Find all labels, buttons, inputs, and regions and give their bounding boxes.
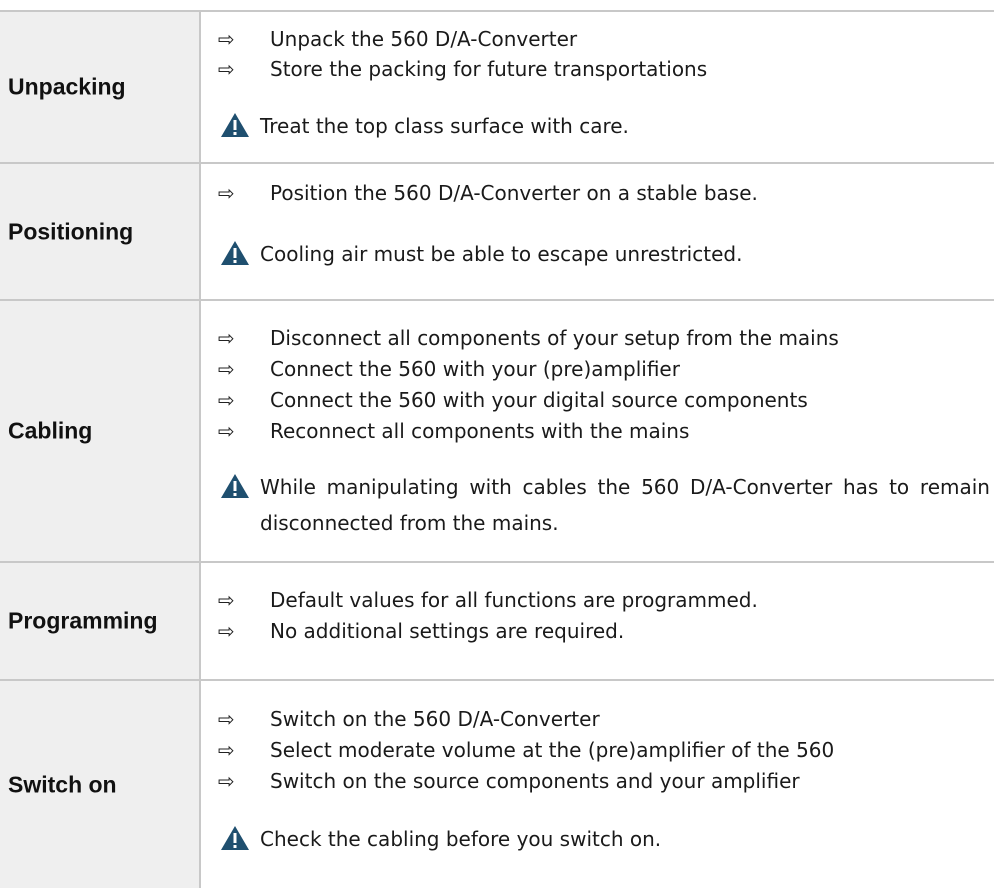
warning-triangle-icon	[221, 113, 249, 137]
list-item-text: Unpack the 560 D/A-Converter	[270, 27, 578, 51]
arrow-right-icon: ⇨	[218, 707, 235, 731]
list-item-text: Select moderate volume at the (pre)ampli…	[270, 738, 835, 762]
section-label: Positioning	[8, 218, 134, 244]
section-label: Cabling	[8, 417, 93, 444]
list-item-text: Connect the 560 with your (pre)amplifier	[270, 357, 680, 381]
list-item: ⇨ Connect the 560 with your digital sourc…	[218, 385, 808, 415]
arrow-right-icon: ⇨	[218, 388, 235, 412]
list-item: ⇨ No additional settings are required.	[218, 616, 624, 646]
section-label-cell: Unpacking	[0, 12, 201, 162]
warning-text: Cooling air must be able to escape unres…	[260, 242, 743, 266]
arrow-right-icon: ⇨	[218, 57, 235, 81]
section-content: ⇨ Disconnect all components of your setup…	[203, 301, 994, 561]
warning-text: Check the cabling before you switch on.	[260, 827, 662, 851]
section-label: Unpacking	[8, 73, 126, 100]
list-item-text: Default values for all functions are pro…	[270, 588, 758, 612]
arrow-right-icon: ⇨	[218, 588, 235, 612]
list-item-text: Switch on the source components and your…	[270, 769, 800, 793]
section-content: ⇨ Position the 560 D/A-Converter on a sta…	[203, 164, 994, 299]
list-item-text: Disconnect all components of your setup …	[270, 326, 839, 350]
arrow-right-icon: ⇨	[218, 769, 235, 793]
section-label-cell: Programming	[0, 563, 201, 679]
section-label-cell: Positioning	[0, 164, 201, 299]
list-item: ⇨ Disconnect all components of your setup…	[218, 323, 839, 353]
arrow-right-icon: ⇨	[218, 619, 235, 643]
section-switch-on: Switch on ⇨ Switch on the 560 D/A-Convert…	[0, 679, 994, 888]
list-item: ⇨ Switch on the 560 D/A-Converter	[218, 704, 600, 734]
list-item-text: Connect the 560 with your digital source…	[270, 388, 808, 412]
warning-triangle-icon	[221, 241, 249, 265]
list-item-text: Reconnect all components with the mains	[270, 419, 690, 443]
arrow-right-icon: ⇨	[218, 419, 235, 443]
list-item: ⇨ Unpack the 560 D/A-Converter	[218, 24, 577, 54]
arrow-right-icon: ⇨	[218, 326, 235, 350]
list-item: ⇨ Select moderate volume at the (pre)ampl…	[218, 735, 834, 765]
section-label-cell: Cabling	[0, 301, 201, 561]
list-item: ⇨ Store the packing for future transporta…	[218, 54, 707, 84]
list-item: ⇨ Connect the 560 with your (pre)amplifie…	[218, 354, 680, 384]
section-programming: Programming ⇨ Default values for all func…	[0, 561, 994, 679]
list-item: ⇨ Position the 560 D/A-Converter on a sta…	[218, 178, 758, 208]
warning-text: While manipulating with cables the 560 D…	[260, 475, 990, 535]
section-content: ⇨ Switch on the 560 D/A-Converter ⇨ Select…	[203, 681, 994, 888]
list-item: ⇨ Switch on the source components and you…	[218, 766, 800, 796]
list-item: ⇨ Default values for all functions are pr…	[218, 585, 758, 615]
list-item-text: No additional settings are required.	[270, 619, 625, 643]
section-content: ⇨ Unpack the 560 D/A-Converter ⇨ Store the…	[203, 12, 994, 162]
list-item-text: Store the packing for future transportat…	[270, 57, 708, 81]
arrow-right-icon: ⇨	[218, 181, 235, 205]
section-label: Switch on	[8, 771, 117, 797]
arrow-right-icon: ⇨	[218, 357, 235, 381]
section-content: ⇨ Default values for all functions are pr…	[203, 563, 994, 679]
list-item-text: Position the 560 D/A-Converter on a stab…	[270, 181, 758, 205]
warning-text: Treat the top class surface with care.	[260, 114, 629, 138]
warning-triangle-icon	[221, 474, 249, 498]
list-item: ⇨ Reconnect all components with the mains	[218, 416, 689, 446]
arrow-right-icon: ⇨	[218, 738, 235, 762]
section-unpacking: Unpacking ⇨ Unpack the 560 D/A-Converter …	[0, 10, 994, 162]
arrow-right-icon: ⇨	[218, 27, 235, 51]
section-label: Programming	[8, 607, 158, 634]
section-positioning: Positioning ⇨ Position the 560 D/A-Conver…	[0, 162, 994, 299]
warning-triangle-icon	[221, 826, 249, 850]
list-item-text: Switch on the 560 D/A-Converter	[270, 707, 600, 731]
section-label-cell: Switch on	[0, 681, 201, 888]
section-cabling: Cabling ⇨ Disconnect all components of yo…	[0, 299, 994, 561]
